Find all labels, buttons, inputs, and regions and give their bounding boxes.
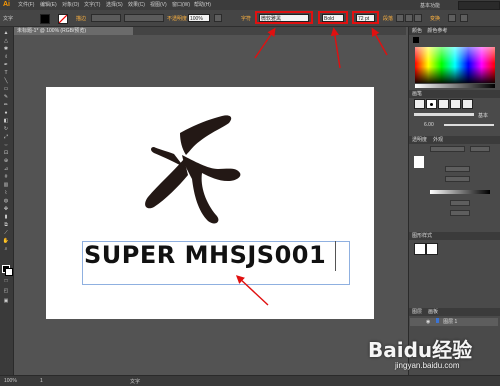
arrow-to-font-style <box>330 27 341 69</box>
annotation-arrows <box>235 27 388 306</box>
watermark-url: jingyan.baidu.com <box>395 361 460 370</box>
arrow-to-font-size <box>371 27 388 56</box>
arrow-to-text <box>235 275 269 306</box>
arrow-to-font-family <box>254 27 276 59</box>
baidu-watermark: Baidu经验 <box>368 338 473 362</box>
